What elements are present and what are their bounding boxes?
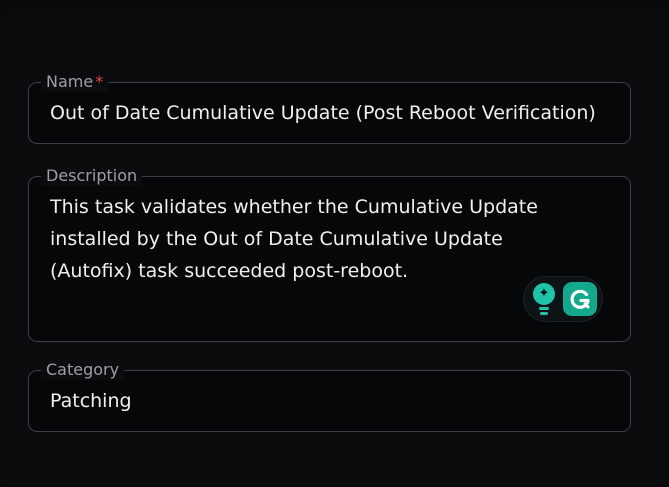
category-input[interactable]: Patching	[50, 385, 614, 417]
task-form-panel: Name * Out of Date Cumulative Update (Pos…	[0, 0, 669, 487]
grammarly-suggestion-bulb-icon[interactable]	[533, 283, 555, 315]
grammarly-widget[interactable]	[523, 276, 603, 322]
description-label: Description	[41, 166, 143, 186]
category-label: Category	[41, 360, 125, 380]
grammarly-logo-icon[interactable]	[563, 282, 597, 316]
name-input[interactable]: Out of Date Cumulative Update (Post Rebo…	[50, 97, 614, 129]
category-field[interactable]: Category Patching	[28, 360, 631, 432]
description-field[interactable]: Description This task validates whether …	[28, 166, 631, 342]
description-textarea[interactable]: This task validates whether the Cumulati…	[50, 191, 590, 287]
name-field[interactable]: Name * Out of Date Cumulative Update (Pos…	[28, 72, 631, 144]
name-label: Name *	[41, 72, 109, 92]
required-marker: *	[95, 72, 104, 91]
name-label-text: Name	[46, 72, 94, 91]
